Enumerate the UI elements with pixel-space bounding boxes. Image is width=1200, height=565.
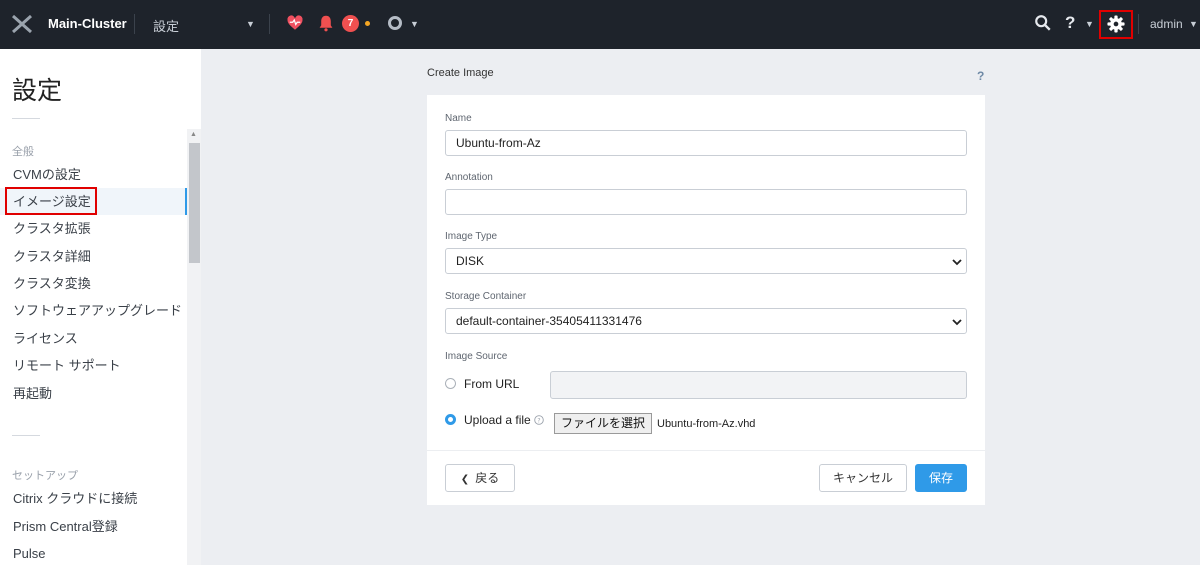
help-icon[interactable]: ? [1065, 13, 1075, 33]
svg-text:?: ? [537, 417, 540, 424]
from-url-label[interactable]: From URL [464, 377, 519, 391]
section-selector[interactable]: 設定 [153, 16, 179, 35]
info-icon[interactable]: ? [534, 415, 544, 425]
task-circle-icon[interactable] [388, 16, 402, 30]
group-label-general: 全般 [12, 146, 34, 158]
sidebar-item-cvm[interactable]: CVMの設定 [0, 161, 187, 188]
settings-sidebar: 設定 全般 CVMの設定 イメージ設定 クラスタ拡張 クラスタ詳細 クラスタ変換… [0, 49, 201, 565]
divider [12, 118, 40, 119]
dialog-help-icon[interactable]: ? [977, 69, 984, 83]
user-menu[interactable]: admin [1150, 17, 1183, 31]
warning-dot-icon [365, 21, 370, 26]
dialog-title: Create Image [427, 67, 494, 79]
name-input[interactable]: Ubuntu-from-Az [445, 130, 967, 156]
chevron-down-icon[interactable]: ▼ [410, 19, 419, 29]
alert-count-badge[interactable]: 7 [342, 15, 359, 32]
sidebar-item-remote-support[interactable]: リモート サポート [0, 352, 187, 379]
upload-file-radio[interactable] [445, 414, 456, 425]
search-icon[interactable] [1034, 14, 1052, 32]
chevron-down-icon[interactable]: ▼ [1085, 19, 1094, 29]
sidebar-title: 設定 [12, 77, 63, 105]
nutanix-logo-icon[interactable] [10, 12, 34, 36]
chevron-down-icon[interactable]: ▼ [1189, 19, 1198, 29]
sidebar-item-citrix-cloud[interactable]: Citrix クラウドに接続 [0, 485, 187, 512]
scroll-up-arrow-icon[interactable]: ▲ [190, 131, 197, 138]
sidebar-item-license[interactable]: ライセンス [0, 325, 187, 352]
group-label-setup: セットアップ [12, 470, 78, 482]
sidebar-item-prism-central[interactable]: Prism Central登録 [0, 513, 187, 540]
image-type-select[interactable]: DISK [445, 248, 967, 274]
storage-container-value: default-container-35405411331476 [456, 314, 642, 328]
image-type-label: Image Type [445, 231, 498, 242]
scrollbar-thumb[interactable] [189, 143, 200, 263]
divider [12, 435, 40, 436]
save-button[interactable]: 保存 [915, 464, 967, 492]
sidebar-item-cluster-expand[interactable]: クラスタ拡張 [0, 215, 187, 242]
sidebar-item-software-upgrade[interactable]: ソフトウェアアップグレード [0, 297, 187, 324]
chevron-down-icon [952, 319, 962, 326]
annotation-input[interactable] [445, 189, 967, 215]
image-source-label: Image Source [445, 351, 508, 362]
chevron-left-icon: ❮ [460, 474, 470, 485]
selected-file-name: Ubuntu-from-Az.vhd [657, 418, 756, 430]
highlight-box [5, 187, 97, 215]
back-button[interactable]: ❮ 戻る [445, 464, 515, 492]
sidebar-item-cluster-convert[interactable]: クラスタ変換 [0, 270, 187, 297]
divider [427, 450, 985, 451]
sidebar-item-cluster-details[interactable]: クラスタ詳細 [0, 243, 187, 270]
health-heart-icon[interactable] [286, 14, 304, 32]
name-label: Name [445, 113, 472, 124]
sidebar-item-pulse[interactable]: Pulse [0, 540, 187, 565]
url-input[interactable] [550, 371, 967, 399]
gear-icon[interactable] [1107, 15, 1125, 33]
image-type-value: DISK [456, 254, 485, 268]
cancel-button[interactable]: キャンセル [819, 464, 907, 492]
chevron-down-icon [952, 259, 962, 266]
top-nav-bar: Main-Cluster 設定 ▼ 7 ▼ ? ▼ admin ▼ [0, 0, 1200, 49]
chevron-down-icon[interactable]: ▼ [246, 19, 255, 29]
storage-container-label: Storage Container [445, 291, 527, 302]
annotation-label: Annotation [445, 172, 493, 183]
divider [1138, 14, 1139, 34]
sidebar-item-reboot[interactable]: 再起動 [0, 380, 187, 407]
alerts-bell-icon[interactable] [318, 14, 334, 32]
back-button-label: 戻る [475, 471, 500, 485]
upload-file-label[interactable]: Upload a file [464, 413, 531, 427]
divider [269, 14, 270, 34]
from-url-radio[interactable] [445, 378, 456, 389]
cluster-name[interactable]: Main-Cluster [48, 16, 127, 31]
storage-container-select[interactable]: default-container-35405411331476 [445, 308, 967, 334]
choose-file-button[interactable]: ファイルを選択 [554, 413, 652, 434]
divider [134, 14, 135, 34]
